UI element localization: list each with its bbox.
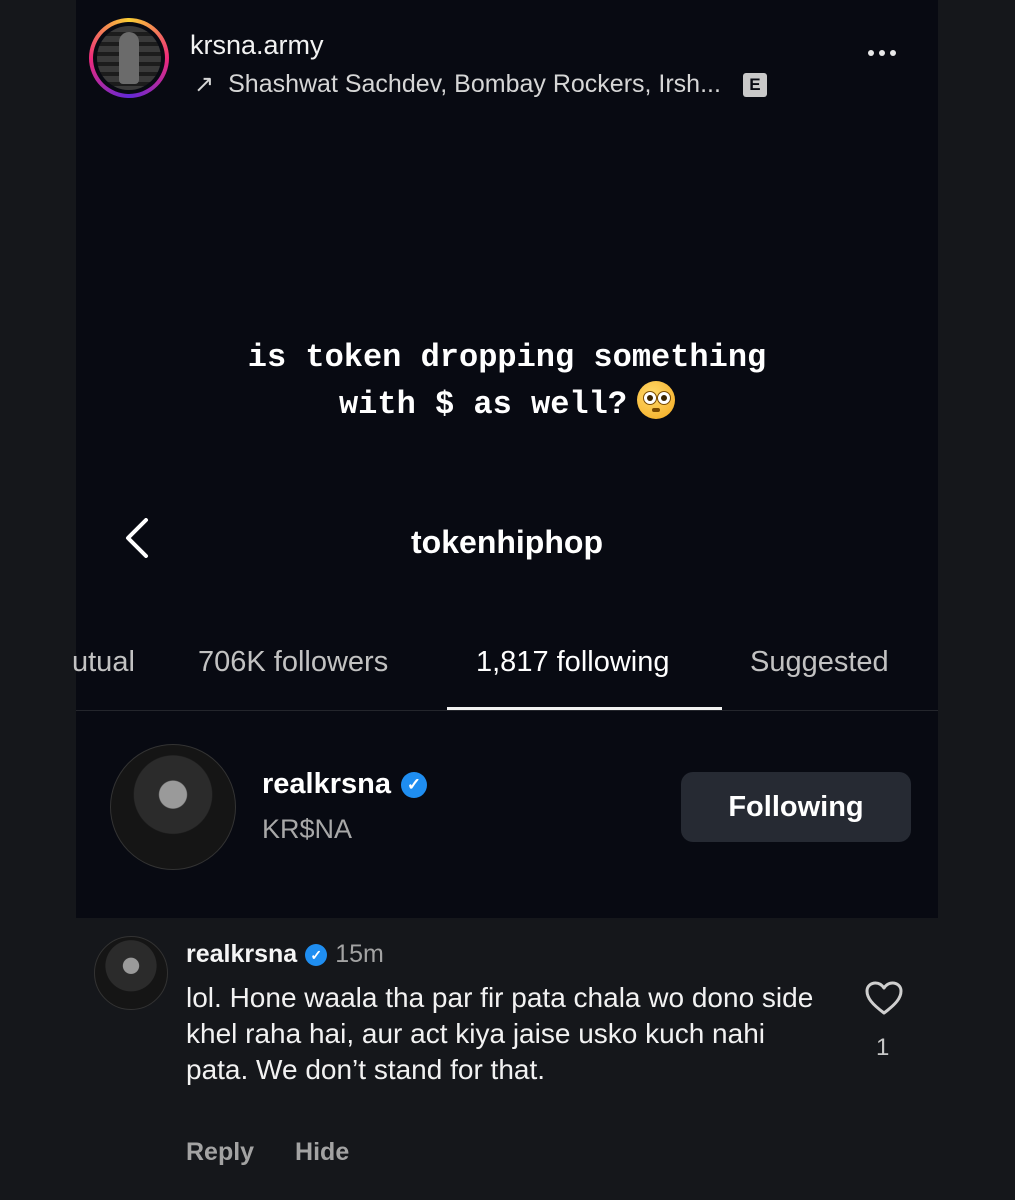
list-item[interactable]: realkrsna ✓ KR$NA Following — [76, 740, 938, 870]
hide-button[interactable]: Hide — [295, 1138, 349, 1166]
tab-suggested[interactable]: Suggested — [750, 646, 889, 679]
explicit-badge: E — [742, 72, 767, 97]
comment-text: lol. Hone waala tha par fir pata chala w… — [186, 982, 814, 1085]
display-name: KR$NA — [262, 814, 353, 844]
arrow-up-right-icon: ↗ — [194, 71, 215, 98]
tab-followers[interactable]: 706K followers — [198, 646, 388, 679]
flushed-face-emoji-icon — [637, 381, 676, 419]
caption-line-1: is token dropping something — [247, 339, 767, 376]
verified-badge-icon: ✓ — [305, 943, 328, 966]
music-text: Shashwat Sachdev, Bombay Rockers, Irsh..… — [228, 70, 721, 98]
avatar[interactable] — [110, 744, 236, 870]
list-username[interactable]: realkrsna ✓ — [262, 768, 427, 801]
avatar[interactable] — [94, 936, 168, 1010]
tab-following[interactable]: 1,817 following — [476, 646, 669, 679]
heart-icon[interactable] — [864, 980, 904, 1016]
caption-line-2: with $ as well? — [338, 386, 628, 423]
profile-handle-title: tokenhiphop — [411, 524, 603, 560]
divider — [76, 710, 938, 711]
more-options-icon[interactable] — [868, 50, 896, 56]
follow-tabs: utual 706K followers 1,817 following Sug… — [72, 640, 938, 712]
verified-badge-icon: ✓ — [401, 771, 427, 798]
tab-mutual[interactable]: utual — [72, 646, 135, 679]
music-attribution[interactable]: ↗ Shashwat Sachdev, Bombay Rockers, Irsh… — [194, 70, 767, 99]
story-avatar[interactable] — [89, 18, 169, 98]
comment-header: realkrsna ✓ 15m — [186, 940, 384, 969]
following-button[interactable]: Following — [681, 772, 911, 842]
story-caption: is token dropping something with $ as we… — [76, 335, 938, 428]
comment-username[interactable]: realkrsna — [186, 940, 297, 969]
story-account-name[interactable]: krsna.army — [190, 30, 324, 61]
story-screenshot: krsna.army ↗ Shashwat Sachdev, Bombay Ro… — [72, 0, 938, 918]
username-text: realkrsna — [262, 768, 391, 800]
reply-button[interactable]: Reply — [186, 1138, 254, 1166]
comment-timestamp: 15m — [335, 940, 384, 968]
comment-actions: Reply Hide — [186, 1138, 349, 1167]
comment: realkrsna ✓ 15m lol. Hone waala tha par … — [76, 918, 938, 1200]
like-count: 1 — [876, 1034, 890, 1061]
